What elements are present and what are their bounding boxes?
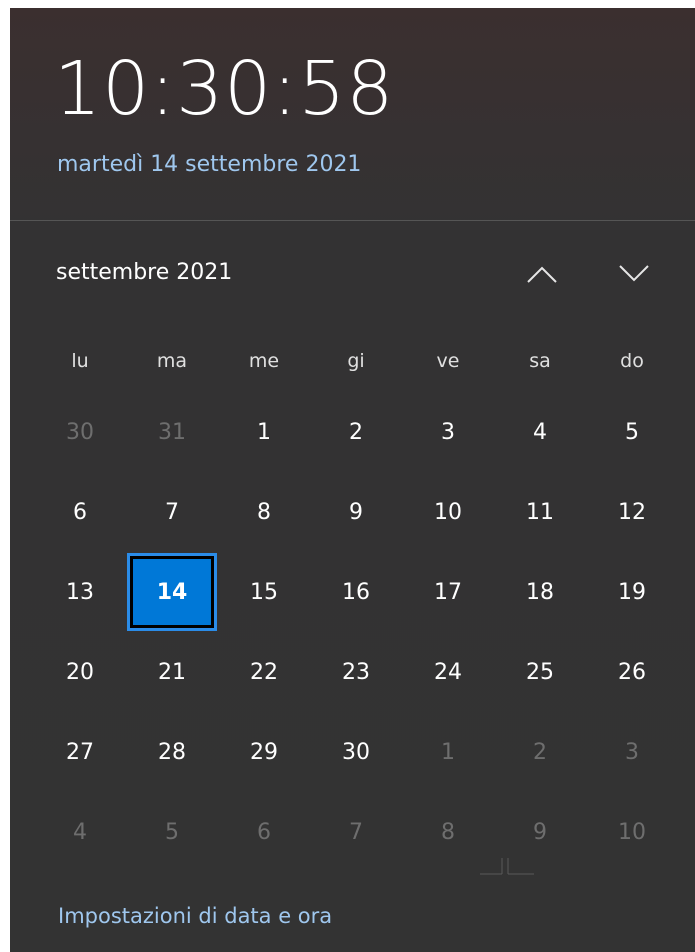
selected-day-label: 14 xyxy=(127,553,217,631)
calendar-day[interactable]: 9 xyxy=(310,472,402,552)
calendar-day[interactable]: 24 xyxy=(402,632,494,712)
calendar-day[interactable]: 4 xyxy=(34,792,126,872)
calendar-day[interactable]: 11 xyxy=(494,472,586,552)
calendar-day[interactable]: 6 xyxy=(34,472,126,552)
weekday-header: lu xyxy=(71,350,89,372)
calendar-day[interactable]: 26 xyxy=(586,632,678,712)
calendar-day[interactable]: 2 xyxy=(494,712,586,792)
chevron-up-icon xyxy=(527,266,557,283)
calendar-day[interactable]: 23 xyxy=(310,632,402,712)
calendar-day[interactable]: 10 xyxy=(402,472,494,552)
calendar-day[interactable]: 5 xyxy=(586,392,678,472)
calendar-day[interactable]: 3 xyxy=(586,712,678,792)
calendar-day[interactable]: 18 xyxy=(494,552,586,632)
calendar-day-today[interactable]: 14 xyxy=(126,552,218,632)
calendar-day[interactable]: 30 xyxy=(34,392,126,472)
calendar-day[interactable]: 30 xyxy=(310,712,402,792)
calendar-day[interactable]: 5 xyxy=(126,792,218,872)
calendar-flyout: 10:30:58 martedì 14 settembre 2021 sette… xyxy=(10,8,695,952)
weekday-header: do xyxy=(620,350,644,372)
chevron-down-icon xyxy=(619,265,649,282)
calendar-day[interactable]: 17 xyxy=(402,552,494,632)
date-time-settings-link[interactable]: Impostazioni di data e ora xyxy=(58,904,332,928)
calendar-day[interactable]: 31 xyxy=(126,392,218,472)
divider xyxy=(10,220,695,221)
calendar-day[interactable]: 29 xyxy=(218,712,310,792)
calendar-day[interactable]: 25 xyxy=(494,632,586,712)
calendar-day[interactable]: 20 xyxy=(34,632,126,712)
calendar-day[interactable]: 15 xyxy=(218,552,310,632)
calendar-day[interactable]: 16 xyxy=(310,552,402,632)
weekday-header: sa xyxy=(529,350,551,372)
month-title[interactable]: settembre 2021 xyxy=(56,260,232,285)
next-month-button[interactable] xyxy=(612,256,656,292)
calendar-day[interactable]: 1 xyxy=(402,712,494,792)
calendar-grid: lu ma me gi ve sa do 30 31 1 2 3 4 5 6 7 8 9 10 11 12 13 14 15 1… xyxy=(34,330,681,872)
calendar-day[interactable]: 7 xyxy=(126,472,218,552)
weekday-header: ma xyxy=(156,350,188,372)
calendar-day[interactable]: 1 xyxy=(218,392,310,472)
calendar-day[interactable]: 7 xyxy=(310,792,402,872)
calendar-day[interactable]: 19 xyxy=(586,552,678,632)
calendar-day[interactable]: 2 xyxy=(310,392,402,472)
calendar-day[interactable]: 28 xyxy=(126,712,218,792)
scroll-indicator xyxy=(480,858,534,875)
full-date-link[interactable]: martedì 14 settembre 2021 xyxy=(57,152,361,177)
calendar-day[interactable]: 12 xyxy=(586,472,678,552)
calendar-day[interactable]: 21 xyxy=(126,632,218,712)
calendar-day[interactable]: 13 xyxy=(34,552,126,632)
calendar-day[interactable]: 8 xyxy=(218,472,310,552)
calendar-day[interactable]: 6 xyxy=(218,792,310,872)
weekday-header: me xyxy=(248,350,280,372)
weekday-header: gi xyxy=(347,350,365,372)
calendar-day[interactable]: 3 xyxy=(402,392,494,472)
calendar-day[interactable]: 4 xyxy=(494,392,586,472)
clock-time: 10:30:58 xyxy=(54,46,395,132)
calendar-day[interactable]: 10 xyxy=(586,792,678,872)
weekday-header: ve xyxy=(436,350,460,372)
calendar-day[interactable]: 22 xyxy=(218,632,310,712)
calendar-day[interactable]: 27 xyxy=(34,712,126,792)
previous-month-button[interactable] xyxy=(520,256,564,292)
